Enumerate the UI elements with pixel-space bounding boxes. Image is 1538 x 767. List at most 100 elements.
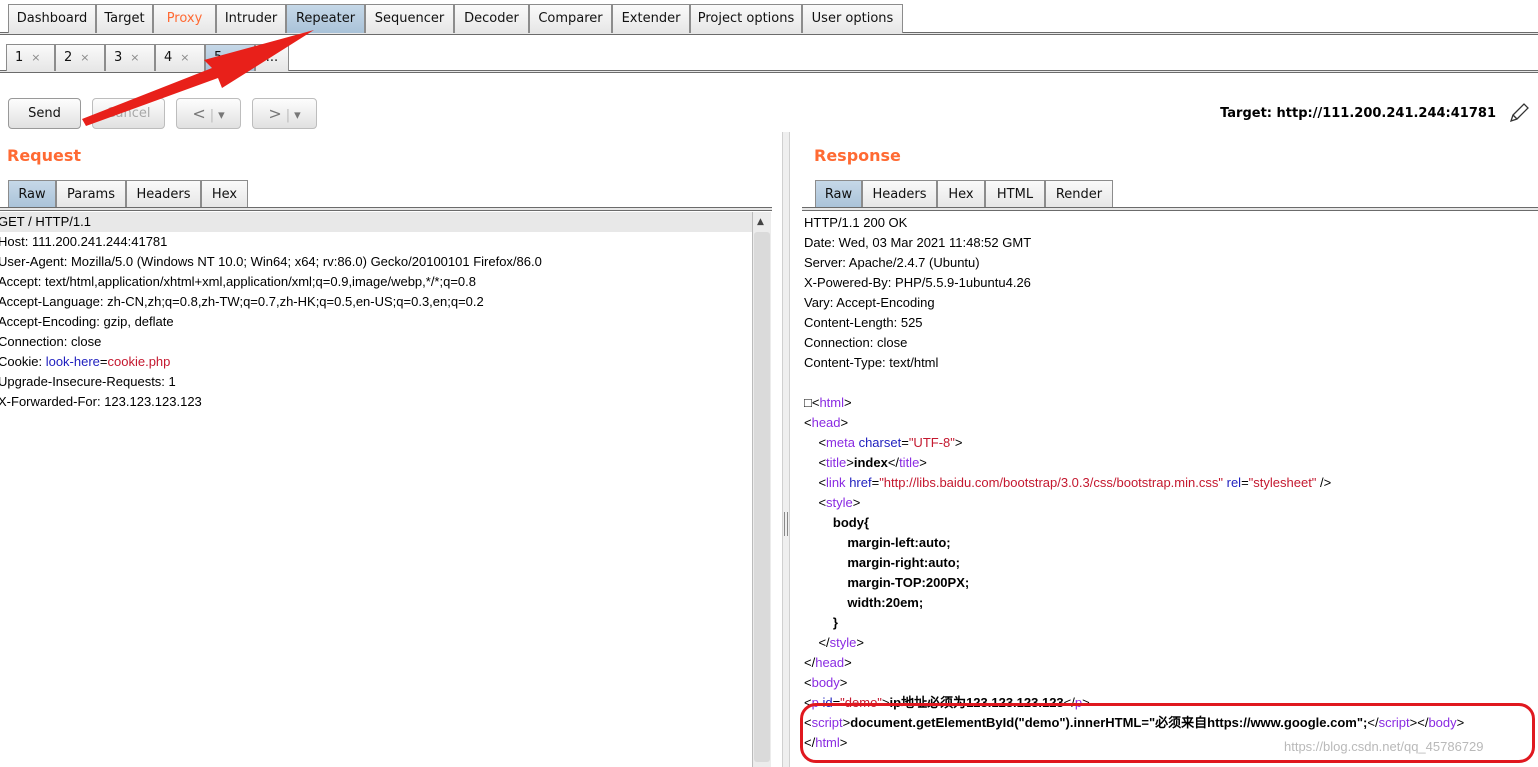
- tab-dashboard[interactable]: Dashboard: [8, 4, 96, 33]
- watermark: https://blog.csdn.net/qq_45786729: [1284, 739, 1484, 754]
- request-tab-raw[interactable]: Raw: [8, 180, 56, 208]
- tab-decoder[interactable]: Decoder: [454, 4, 529, 33]
- forward-button[interactable]: > | ▾: [252, 98, 317, 129]
- response-viewer[interactable]: HTTP/1.1 200 OK Date: Wed, 03 Mar 2021 1…: [804, 213, 1538, 767]
- repeater-tab-5[interactable]: 5 ×: [205, 44, 255, 71]
- title-line: <title>index</title>: [804, 455, 927, 470]
- tab-comparer[interactable]: Comparer: [529, 4, 612, 33]
- css-line: margin-right:auto;: [804, 553, 1538, 573]
- tab-target[interactable]: Target: [96, 4, 153, 33]
- repeater-tab-4[interactable]: 4 ×: [155, 44, 205, 71]
- css-text: width:20em;: [847, 595, 924, 610]
- repeater-tab-label: 4: [164, 50, 173, 65]
- pencil-icon[interactable]: [1507, 101, 1531, 125]
- cookie-value: cookie.php: [107, 354, 171, 369]
- request-tab-headers[interactable]: Headers: [126, 180, 201, 208]
- scrollbar-thumb[interactable]: [754, 232, 770, 762]
- repeater-tab-3[interactable]: 3 ×: [105, 44, 155, 71]
- css-text: margin-right:auto;: [847, 555, 960, 570]
- close-icon[interactable]: ×: [130, 51, 139, 64]
- head-open-line: <head>: [804, 415, 849, 430]
- css-line: margin-left:auto;: [804, 533, 1538, 553]
- back-button[interactable]: < | ▾: [176, 98, 241, 129]
- cancel-button[interactable]: Cancel: [92, 98, 165, 129]
- response-title: Response: [814, 146, 901, 165]
- css-text: margin-TOP:200PX;: [847, 575, 970, 590]
- tab-intruder[interactable]: Intruder: [216, 4, 286, 33]
- css-line: }: [804, 613, 1538, 633]
- response-line: Date: Wed, 03 Mar 2021 11:48:52 GMT: [804, 235, 1032, 250]
- style-tag: style: [829, 635, 857, 650]
- response-line: Content-Type: text/html: [804, 355, 939, 370]
- bom-glyph: □: [804, 395, 812, 410]
- response-line: Connection: close: [804, 335, 908, 350]
- link-line: <link href="http://libs.baidu.com/bootst…: [804, 475, 1332, 490]
- response-tab-html[interactable]: HTML: [985, 180, 1045, 208]
- close-icon[interactable]: ×: [180, 51, 189, 64]
- scroll-up-icon[interactable]: ▲: [757, 217, 764, 227]
- tab-repeater[interactable]: Repeater: [286, 4, 365, 33]
- tab-project-options[interactable]: Project options: [690, 4, 802, 33]
- rel-value: "stylesheet": [1248, 475, 1317, 490]
- request-tab-line: [0, 207, 772, 211]
- repeater-tab-bar: 1 × 2 × 3 × 4 × 5 × ...: [0, 36, 1538, 73]
- tab-extender[interactable]: Extender: [612, 4, 690, 33]
- main-tab-bar: Dashboard Target Proxy Intruder Repeater…: [0, 0, 1538, 35]
- repeater-tab-1[interactable]: 1 ×: [6, 44, 55, 71]
- request-line: Accept: text/html,application/xhtml+xml,…: [0, 274, 476, 289]
- request-line: Host: 111.200.241.244:41781: [0, 234, 168, 249]
- repeater-tab-label: 1: [15, 50, 24, 65]
- chevron-down-icon[interactable]: ▾: [218, 108, 225, 123]
- separator: |: [209, 108, 215, 123]
- response-line: HTTP/1.1 200 OK: [804, 215, 908, 230]
- response-line: Server: Apache/2.4.7 (Ubuntu): [804, 255, 980, 270]
- charset-value: "UTF-8": [908, 435, 955, 450]
- split-divider[interactable]: [782, 132, 790, 767]
- request-line: GET / HTTP/1.1: [0, 212, 752, 232]
- response-line: Content-Length: 525: [804, 315, 923, 330]
- request-tab-hex[interactable]: Hex: [201, 180, 248, 208]
- request-editor[interactable]: GET / HTTP/1.1 Host: 111.200.241.244:417…: [0, 212, 752, 767]
- repeater-tab-label: 2: [64, 50, 73, 65]
- response-line: Vary: Accept-Encoding: [804, 295, 935, 310]
- title-tag: title: [826, 455, 847, 470]
- separator: |: [285, 108, 291, 123]
- cookie-key: look-here: [45, 354, 100, 369]
- href-attr: href: [849, 475, 872, 490]
- tab-user-options[interactable]: User options: [802, 4, 903, 33]
- close-icon[interactable]: ×: [31, 51, 40, 64]
- request-line: Upgrade-Insecure-Requests: 1: [0, 374, 176, 389]
- html-tag: html: [819, 395, 845, 410]
- title-tag: title: [899, 455, 920, 470]
- response-tab-hex[interactable]: Hex: [937, 180, 985, 208]
- response-tab-raw[interactable]: Raw: [815, 180, 862, 208]
- chevron-down-icon[interactable]: ▾: [294, 108, 301, 123]
- request-tab-params[interactable]: Params: [56, 180, 126, 208]
- tab-sequencer[interactable]: Sequencer: [365, 4, 454, 33]
- tab-proxy[interactable]: Proxy: [153, 4, 216, 33]
- css-text: }: [832, 615, 838, 630]
- head-tag: head: [811, 415, 841, 430]
- new-tab-button[interactable]: ...: [255, 44, 289, 71]
- body-tag: body: [811, 675, 840, 690]
- request-line: X-Forwarded-For: 123.123.123.123: [0, 394, 202, 409]
- request-scrollbar[interactable]: ▲: [752, 212, 771, 767]
- send-button[interactable]: Send: [8, 98, 81, 129]
- css-text: margin-left:auto;: [847, 535, 951, 550]
- html-open-line: □<html>: [804, 395, 852, 410]
- style-tag: style: [826, 495, 853, 510]
- response-tab-render[interactable]: Render: [1045, 180, 1113, 208]
- highlight-annotation: [800, 703, 1535, 763]
- repeater-tab-2[interactable]: 2 ×: [55, 44, 105, 71]
- close-icon[interactable]: ×: [80, 51, 89, 64]
- body-open-line: <body>: [804, 675, 848, 690]
- repeater-tab-label: 3: [114, 50, 123, 65]
- target-label: Target: http://111.200.241.244:41781: [1220, 106, 1496, 121]
- response-tab-headers[interactable]: Headers: [862, 180, 937, 208]
- link-tag: link: [826, 475, 846, 490]
- close-icon[interactable]: ×: [230, 51, 239, 64]
- style-open-line: <style>: [804, 495, 861, 510]
- split-grip-icon[interactable]: [784, 512, 788, 536]
- css-line: margin-TOP:200PX;: [804, 573, 1538, 593]
- cookie-prefix: Cookie:: [0, 354, 46, 369]
